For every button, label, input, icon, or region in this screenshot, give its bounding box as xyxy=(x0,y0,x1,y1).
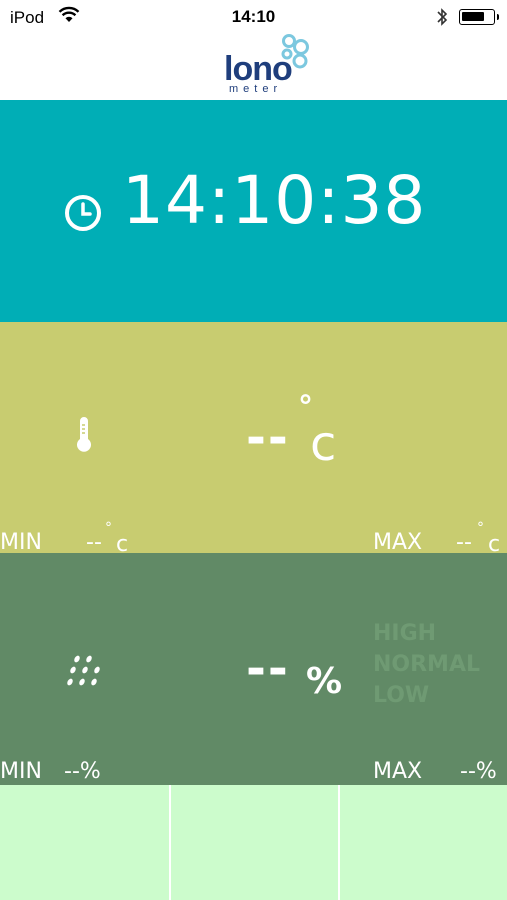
humidity-panel: -- % HIGH NORMAL LOW MIN --% MAX --% xyxy=(0,553,507,785)
humidity-unit: % xyxy=(306,661,343,702)
temp-min-value: -- xyxy=(86,530,102,553)
status-time: 14:10 xyxy=(231,7,276,26)
thermometer-icon xyxy=(74,417,94,457)
divider xyxy=(169,785,171,900)
current-time: 14:10:38 xyxy=(122,162,427,239)
temp-max-value: -- xyxy=(456,530,472,553)
temp-max-degree: ° xyxy=(477,520,484,536)
hum-max-label: MAX xyxy=(373,759,423,784)
time-panel: 14:10:38 xyxy=(0,100,507,322)
bottom-panel xyxy=(0,785,507,900)
bluetooth-icon xyxy=(436,7,448,32)
hum-min-value: --% xyxy=(64,759,101,784)
temp-min-label: MIN xyxy=(0,530,42,553)
status-bar: iPod 14:10 xyxy=(0,0,507,36)
rain-icon xyxy=(64,653,102,697)
temperature-value: -- xyxy=(246,410,290,466)
logo-bubbles-icon xyxy=(281,34,309,69)
temp-max-label: MAX xyxy=(373,530,423,553)
app-header: lono meter xyxy=(0,34,507,100)
temp-min-degree: ° xyxy=(105,520,112,536)
legend-low: LOW xyxy=(373,683,430,708)
clock-icon xyxy=(64,194,102,236)
hum-max-value: --% xyxy=(460,759,497,784)
temp-min-unit: c xyxy=(116,532,129,553)
temp-max-unit: c xyxy=(488,532,501,553)
temperature-unit: c xyxy=(310,416,337,472)
logo-subtitle: meter xyxy=(229,83,283,95)
temperature-panel: -- ° c MIN -- ° c MAX -- ° c xyxy=(0,322,507,553)
legend-high: HIGH xyxy=(373,621,437,646)
battery-icon xyxy=(459,9,495,25)
humidity-value: -- xyxy=(246,641,290,697)
divider xyxy=(338,785,340,900)
legend-normal: NORMAL xyxy=(373,652,480,677)
hum-min-label: MIN xyxy=(0,759,42,784)
